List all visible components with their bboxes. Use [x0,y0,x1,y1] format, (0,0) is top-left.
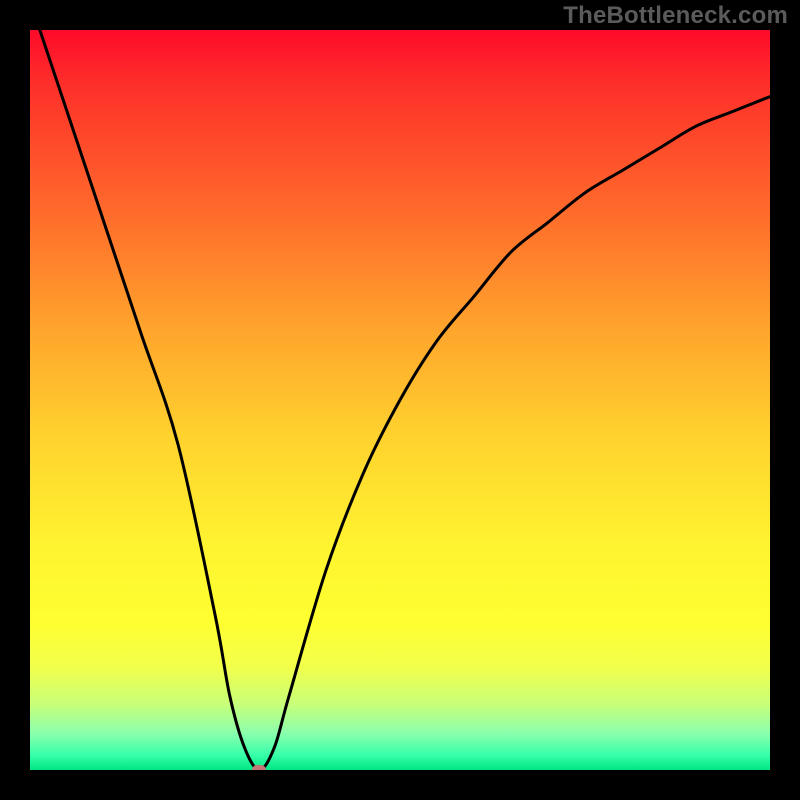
plot-area [30,30,770,770]
bottleneck-curve [30,30,770,770]
watermark-text: TheBottleneck.com [563,2,788,30]
optimum-marker [252,765,266,770]
chart-frame: TheBottleneck.com [0,0,800,800]
